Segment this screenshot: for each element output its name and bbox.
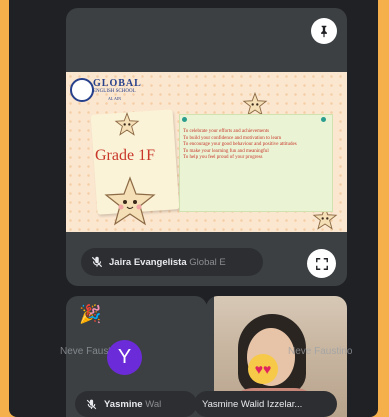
participant-first-name: Yasmine [104,398,143,410]
goal-item: To make your learning fun and meaningful [183,148,269,154]
pin-button[interactable] [311,18,337,44]
meeting-grid: GLOBAL ENGLISH SCHOOL AL AIN Grade 1F To… [9,0,378,417]
small-star-icon [114,112,140,136]
participant-name-rest: Wal [145,398,162,410]
floating-name-label: Neve Faustino [288,346,353,357]
pin-icon [321,25,327,38]
participant-name-pill: Yasmine Walid Izzelar... [194,391,337,417]
avatar: Y [107,340,142,375]
card-pin-dot [321,117,326,122]
card-pin-dot [182,117,187,122]
goal-item: To encourage your good behaviour and pos… [183,142,297,148]
main-participant-tile[interactable]: GLOBAL ENGLISH SCHOOL AL AIN Grade 1F To… [66,8,347,286]
shared-slide: GLOBAL ENGLISH SCHOOL AL AIN Grade 1F To… [66,72,347,232]
heart-eyes-emoji-icon: ♥♥ [248,354,278,384]
participant-name-pill: Jaira Evangelista Global E [81,248,263,276]
school-location: AL AIN [108,96,122,101]
school-subtitle: ENGLISH SCHOOL [93,89,136,94]
school-logo [70,78,94,102]
goals-list: To celebrate your efforts and achievemen… [183,129,329,162]
goal-item: To celebrate your efforts and achievemen… [183,129,270,134]
participant-name-rest: Global E [189,256,226,268]
top-star-icon [242,92,268,116]
fullscreen-button[interactable] [307,249,336,278]
participant-name-pill: Yasmine Wal [75,391,197,417]
fullscreen-icon [315,257,328,270]
mic-off-icon [87,252,107,272]
star-mascot-icon [104,176,156,226]
goal-item: To help you feel proud of your progress [183,155,263,161]
grade-title: Grade 1F [95,147,155,164]
mic-off-icon [81,394,101,414]
participant-name: Yasmine Walid Izzelar... [202,398,303,410]
participant-first-name: Jaira Evangelista [109,256,187,268]
goal-item: To build your confidence and motivation … [183,135,282,141]
reaction-emoji: 🎉 [79,304,102,324]
school-name: GLOBAL [93,78,142,89]
participant-name: Jaira Evangelista Global E [109,257,226,268]
